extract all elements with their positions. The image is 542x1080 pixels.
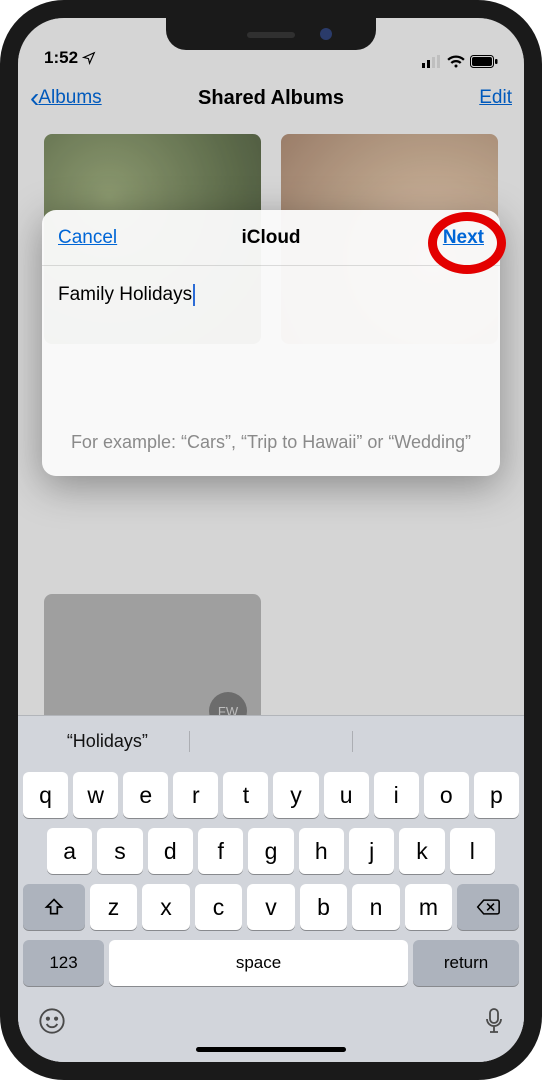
- key-l[interactable]: l: [450, 828, 495, 874]
- keyboard-row2: a s d f g h j k l: [23, 828, 519, 874]
- key-y[interactable]: y: [273, 772, 318, 818]
- key-g[interactable]: g: [248, 828, 293, 874]
- key-u[interactable]: u: [324, 772, 369, 818]
- key-e[interactable]: e: [123, 772, 168, 818]
- key-j[interactable]: j: [349, 828, 394, 874]
- cellular-icon: [422, 55, 442, 68]
- key-s[interactable]: s: [97, 828, 142, 874]
- key-p[interactable]: p: [474, 772, 519, 818]
- dictation-icon[interactable]: [484, 1007, 504, 1035]
- wifi-icon: [447, 55, 465, 68]
- suggestion-item[interactable]: “Holidays”: [26, 731, 190, 752]
- notch: [166, 18, 376, 50]
- backspace-icon: [476, 898, 500, 916]
- key-o[interactable]: o: [424, 772, 469, 818]
- space-key[interactable]: space: [109, 940, 408, 986]
- keyboard: “Holidays” . . q w e r t y u i o p: [18, 715, 524, 1062]
- location-icon: [82, 51, 96, 65]
- battery-icon: [470, 55, 498, 68]
- emoji-icon[interactable]: [38, 1007, 66, 1035]
- cancel-button[interactable]: Cancel: [58, 227, 117, 249]
- keyboard-bottom-bar: [18, 999, 524, 1041]
- key-n[interactable]: n: [352, 884, 400, 930]
- key-w[interactable]: w: [73, 772, 118, 818]
- keyboard-row3: z x c v b n m: [23, 884, 519, 930]
- home-indicator[interactable]: [196, 1047, 346, 1052]
- key-x[interactable]: x: [142, 884, 190, 930]
- return-key[interactable]: return: [413, 940, 519, 986]
- key-r[interactable]: r: [173, 772, 218, 818]
- keyboard-row4: 123 space return: [23, 940, 519, 986]
- suggestion-item[interactable]: .: [353, 731, 516, 752]
- clock-text: 1:52: [44, 48, 78, 68]
- phone-frame: 1:52 ‹ Albums Shared Albums Edit: [0, 0, 542, 1080]
- input-value-text: Family Holidays: [58, 284, 192, 306]
- text-cursor: [193, 284, 195, 306]
- status-time: 1:52: [44, 48, 96, 68]
- backspace-key[interactable]: [457, 884, 519, 930]
- key-z[interactable]: z: [90, 884, 138, 930]
- key-i[interactable]: i: [374, 772, 419, 818]
- annotation-circle: [428, 212, 506, 274]
- key-v[interactable]: v: [247, 884, 295, 930]
- key-c[interactable]: c: [195, 884, 243, 930]
- screen: 1:52 ‹ Albums Shared Albums Edit: [18, 18, 524, 1062]
- album-name-input[interactable]: Family Holidays: [58, 278, 484, 312]
- numbers-key[interactable]: 123: [23, 940, 104, 986]
- key-d[interactable]: d: [148, 828, 193, 874]
- shift-key[interactable]: [23, 884, 85, 930]
- key-q[interactable]: q: [23, 772, 68, 818]
- key-a[interactable]: a: [47, 828, 92, 874]
- shift-icon: [44, 897, 64, 917]
- keyboard-row1: q w e r t y u i o p: [23, 772, 519, 818]
- key-m[interactable]: m: [405, 884, 453, 930]
- suggestion-item[interactable]: .: [190, 731, 354, 752]
- key-t[interactable]: t: [223, 772, 268, 818]
- suggestion-bar: “Holidays” . .: [18, 716, 524, 766]
- key-h[interactable]: h: [299, 828, 344, 874]
- key-b[interactable]: b: [300, 884, 348, 930]
- input-hint: For example: “Cars”, “Trip to Hawaii” or…: [58, 422, 484, 460]
- key-f[interactable]: f: [198, 828, 243, 874]
- key-k[interactable]: k: [399, 828, 444, 874]
